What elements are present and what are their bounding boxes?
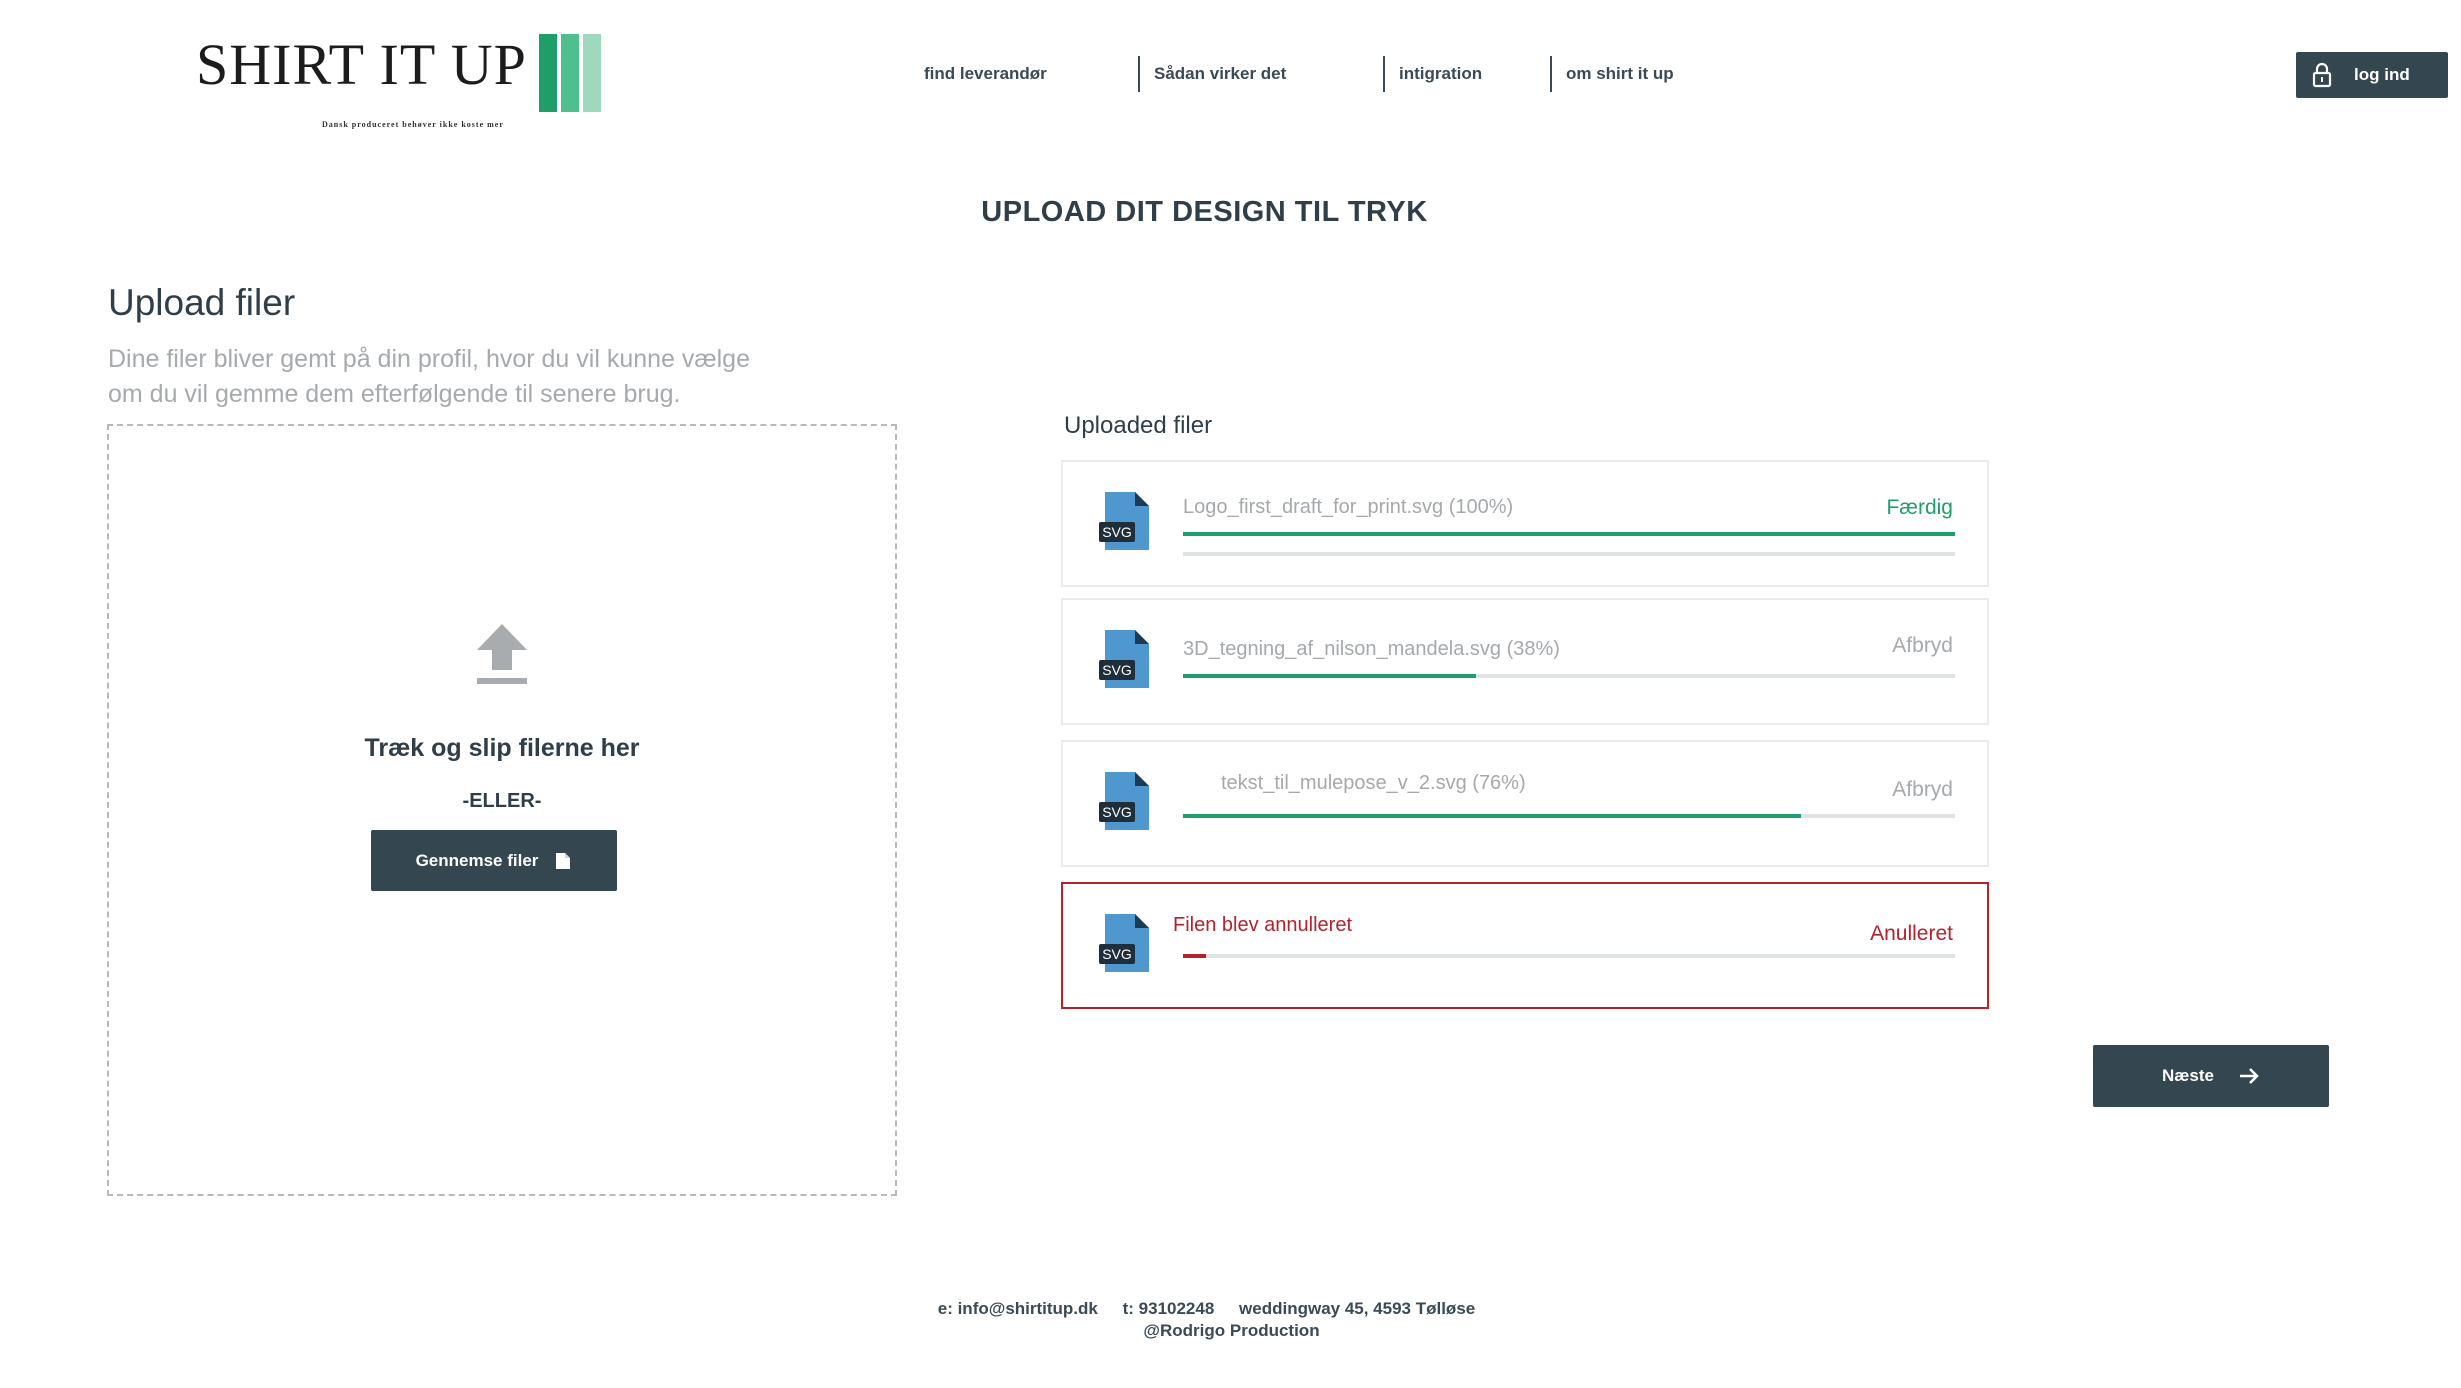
footer-email[interactable]: e: info@shirtitup.dk: [938, 1299, 1098, 1318]
file-type-label: SVG: [1102, 524, 1132, 540]
upload-description-line: Dine filer bliver gemt på din profil, hv…: [108, 345, 750, 373]
browse-files-label: Gennemse filer: [415, 850, 539, 870]
upload-arrow-icon: [477, 624, 527, 684]
nav-item-sadan-virker-det[interactable]: Sådan virker det: [1154, 56, 1286, 92]
footer-phone: t: 93102248: [1122, 1299, 1215, 1318]
file-name: 3D_tegning_af_nilson_mandela.svg (38%): [1183, 638, 1560, 660]
page-title: UPLOAD DIT DESIGN TIL TRYK: [981, 196, 1428, 228]
cancel-upload-link[interactable]: Afbryd: [1892, 634, 1953, 658]
nav-item-om-shirt-it-up[interactable]: om shirt it up: [1566, 56, 1674, 92]
nav-divider: [1138, 56, 1140, 92]
file-status-cancelled: Anulleret: [1870, 922, 1953, 945]
cancel-upload-link[interactable]: Afbryd: [1892, 778, 1953, 802]
arrow-right-icon: [2239, 1068, 2259, 1084]
progress-track: [1183, 954, 1955, 958]
upload-description-line: om du vil gemme dem efterfølgende til se…: [108, 380, 681, 408]
progress-fill: [1183, 674, 1477, 678]
login-button[interactable]: log ind: [2296, 52, 2448, 98]
file-name: tekst_til_mulepose_v_2.svg (76%): [1221, 772, 1526, 794]
login-label: log ind: [2354, 65, 2410, 84]
upload-title: Upload filer: [108, 282, 296, 323]
file-type-label: SVG: [1102, 946, 1132, 962]
nav-divider: [1383, 56, 1385, 92]
progress-fill: [1183, 954, 1207, 958]
progress-track: [1183, 814, 1955, 818]
footer-address: weddingway 45, 4593 Tølløse: [1239, 1299, 1476, 1318]
file-name: Logo_first_draft_for_print.svg (100%): [1183, 496, 1514, 518]
progress-track-secondary: [1183, 552, 1955, 556]
or-divider-text: -ELLER-: [462, 790, 542, 812]
file-type-label: SVG: [1102, 662, 1132, 678]
file-card: SVG 3D_tegning_af_nilson_mandela.svg (38…: [1061, 598, 1989, 725]
logo-tagline: Dansk produceret behøver ikke koste mer: [322, 120, 504, 129]
main-nav: find leverandør Sådan virker det intigra…: [0, 56, 2461, 96]
file-card-cancelled: SVG Filen blev annulleret Anulleret: [1061, 882, 1989, 1009]
file-status-done: Færdig: [1886, 496, 1953, 519]
file-card: SVG Logo_first_draft_for_print.svg (100%…: [1061, 460, 1989, 587]
file-icon: [556, 852, 571, 869]
nav-divider: [1550, 56, 1552, 92]
cancelled-message: Filen blev annulleret: [1173, 914, 1352, 936]
progress-fill: [1183, 532, 1955, 536]
drop-instructions: Træk og slip filerne her: [364, 734, 640, 762]
file-type-label: SVG: [1102, 804, 1132, 820]
progress-fill: [1183, 814, 1801, 818]
next-button[interactable]: Næste: [2093, 1045, 2329, 1107]
lock-icon: [2312, 62, 2332, 88]
nav-item-find-leverandor[interactable]: find leverandør: [924, 56, 1047, 92]
uploaded-files-title: Uploaded filer: [1064, 412, 1213, 439]
svg-file-icon: SVG: [1099, 630, 1149, 688]
file-dropzone[interactable]: Træk og slip filerne her -ELLER- Gennems…: [107, 424, 897, 1196]
next-label: Næste: [2162, 1066, 2214, 1085]
svg-file-icon: SVG: [1099, 772, 1149, 830]
footer-credit: @Rodrigo Production: [1143, 1321, 1320, 1340]
footer: e: info@shirtitup.dk t: 93102248 wedding…: [0, 1298, 2437, 1342]
file-card: SVG tekst_til_mulepose_v_2.svg (76%) Afb…: [1061, 740, 1989, 867]
progress-track: [1183, 532, 1955, 536]
browse-files-button[interactable]: Gennemse filer: [371, 830, 617, 891]
upload-description: Dine filer bliver gemt på din profil, hv…: [108, 342, 808, 412]
svg-file-icon: SVG: [1099, 492, 1149, 550]
nav-item-intigration[interactable]: intigration: [1399, 56, 1482, 92]
svg-file-icon: SVG: [1099, 914, 1149, 972]
progress-track: [1183, 674, 1955, 678]
